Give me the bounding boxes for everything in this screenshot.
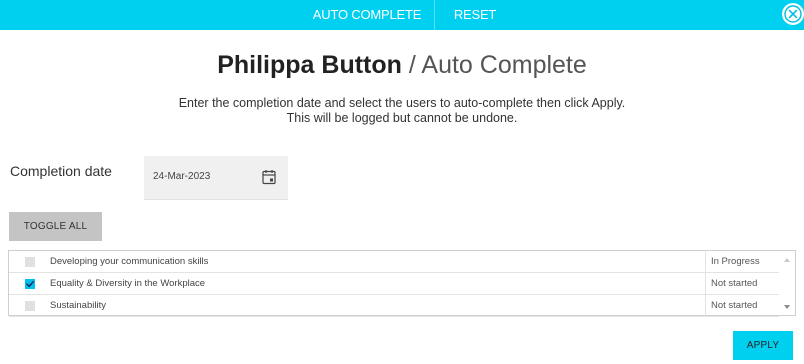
scroll-up-icon[interactable]: [782, 256, 792, 264]
scroll-down-icon[interactable]: [782, 303, 792, 311]
close-icon: [784, 5, 802, 23]
course-name: Sustainability: [50, 300, 106, 311]
top-bar: AUTO COMPLETE RESET: [0, 0, 804, 30]
page-title: Philippa Button / Auto Complete: [0, 50, 804, 80]
user-name: Philippa Button: [217, 51, 402, 79]
course-status: Not started: [705, 295, 779, 317]
list-item[interactable]: Sustainability Not started: [9, 295, 779, 317]
tab-auto-complete[interactable]: AUTO COMPLETE: [300, 0, 434, 30]
completion-date-value: 24-Mar-2023: [153, 171, 211, 182]
course-status: In Progress: [705, 251, 779, 273]
course-checkbox-checked[interactable]: [25, 279, 35, 289]
tab-reset[interactable]: RESET: [435, 0, 515, 30]
close-button[interactable]: [782, 3, 804, 25]
course-list: Developing your communication skills In …: [8, 250, 796, 317]
course-name: Developing your communication skills: [50, 256, 209, 267]
list-item[interactable]: Equality & Diversity in the Workplace No…: [9, 273, 779, 295]
instructions: Enter the completion date and select the…: [0, 96, 804, 126]
list-item[interactable]: Developing your communication skills In …: [9, 251, 779, 273]
instructions-line-1: Enter the completion date and select the…: [178, 96, 626, 110]
apply-button[interactable]: APPLY: [733, 331, 793, 360]
check-icon: [26, 281, 34, 288]
page-name: Auto Complete: [421, 51, 587, 79]
course-status: Not started: [705, 273, 779, 295]
toggle-all-button[interactable]: TOGGLE ALL: [9, 212, 102, 241]
course-checkbox[interactable]: [25, 301, 35, 311]
course-checkbox[interactable]: [25, 257, 35, 267]
title-separator: /: [408, 51, 416, 79]
completion-date-field[interactable]: 24-Mar-2023: [144, 156, 288, 200]
instructions-line-2: This will be logged but cannot be undone…: [286, 111, 518, 125]
course-name: Equality & Diversity in the Workplace: [50, 278, 206, 289]
list-scrollbar[interactable]: [779, 251, 795, 315]
calendar-icon[interactable]: [262, 169, 276, 185]
completion-date-label: Completion date: [10, 163, 112, 179]
